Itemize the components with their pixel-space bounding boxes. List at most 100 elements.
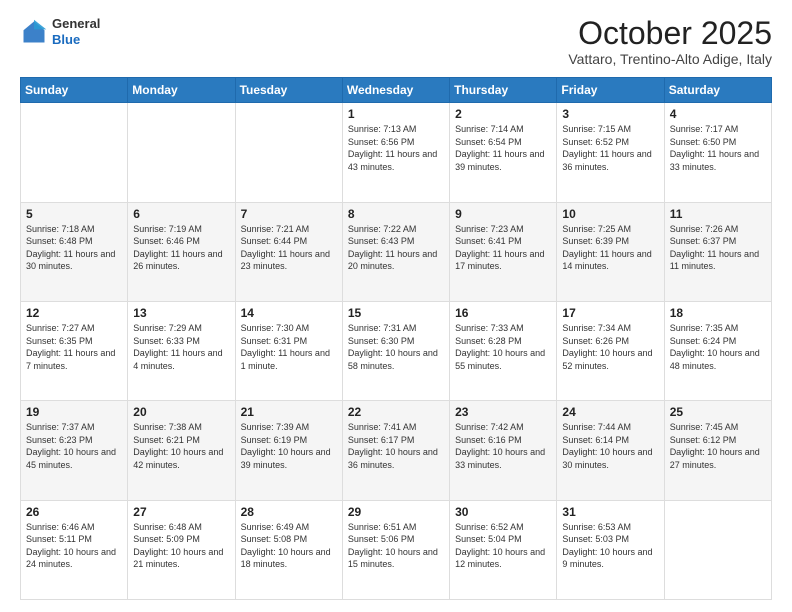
col-saturday: Saturday	[664, 78, 771, 103]
col-tuesday: Tuesday	[235, 78, 342, 103]
day-number: 2	[455, 107, 551, 121]
day-number: 20	[133, 405, 229, 419]
day-info: Sunrise: 7:19 AMSunset: 6:46 PMDaylight:…	[133, 223, 229, 273]
day-cell: 16Sunrise: 7:33 AMSunset: 6:28 PMDayligh…	[450, 301, 557, 400]
day-cell: 3 Sunrise: 7:15 AMSunset: 6:52 PMDaylight…	[557, 103, 664, 202]
day-info: Sunrise: 7:17 AMSunset: 6:50 PMDaylight:…	[670, 123, 766, 173]
day-number: 26	[26, 505, 122, 519]
day-cell: 9 Sunrise: 7:23 AMSunset: 6:41 PMDaylight…	[450, 202, 557, 301]
calendar-table: Sunday Monday Tuesday Wednesday Thursday…	[20, 77, 772, 600]
day-number: 24	[562, 405, 658, 419]
day-cell: 20 Sunrise: 7:38 AMSunset: 6:21 PMDayligh…	[128, 401, 235, 500]
day-info: Sunrise: 6:49 AMSunset: 5:08 PMDaylight:…	[241, 521, 337, 571]
day-number: 8	[348, 207, 444, 221]
day-number: 27	[133, 505, 229, 519]
logo-icon	[20, 18, 48, 46]
day-info: Sunrise: 7:37 AMSunset: 6:23 PMDaylight:…	[26, 421, 122, 471]
day-cell	[664, 500, 771, 599]
day-number: 31	[562, 505, 658, 519]
col-sunday: Sunday	[21, 78, 128, 103]
location: Vattaro, Trentino-Alto Adige, Italy	[568, 51, 772, 67]
day-number: 28	[241, 505, 337, 519]
day-cell: 1 Sunrise: 7:13 AMSunset: 6:56 PMDaylight…	[342, 103, 449, 202]
day-cell: 8Sunrise: 7:22 AMSunset: 6:43 PMDaylight…	[342, 202, 449, 301]
day-number: 4	[670, 107, 766, 121]
logo-text: General Blue	[52, 16, 100, 47]
day-info: Sunrise: 6:48 AMSunset: 5:09 PMDaylight:…	[133, 521, 229, 571]
day-info: Sunrise: 6:52 AMSunset: 5:04 PMDaylight:…	[455, 521, 551, 571]
day-info: Sunrise: 6:46 AMSunset: 5:11 PMDaylight:…	[26, 521, 122, 571]
day-cell: 12 Sunrise: 7:27 AMSunset: 6:35 PMDayligh…	[21, 301, 128, 400]
day-info: Sunrise: 7:38 AMSunset: 6:21 PMDaylight:…	[133, 421, 229, 471]
logo-general: General	[52, 16, 100, 32]
week-row-1: 1 Sunrise: 7:13 AMSunset: 6:56 PMDaylight…	[21, 103, 772, 202]
title-block: October 2025 Vattaro, Trentino-Alto Adig…	[568, 16, 772, 67]
day-cell: 26 Sunrise: 6:46 AMSunset: 5:11 PMDayligh…	[21, 500, 128, 599]
day-number: 17	[562, 306, 658, 320]
day-cell: 24 Sunrise: 7:44 AMSunset: 6:14 PMDayligh…	[557, 401, 664, 500]
day-number: 22	[348, 405, 444, 419]
day-info: Sunrise: 7:35 AMSunset: 6:24 PMDaylight:…	[670, 322, 766, 372]
day-info: Sunrise: 7:44 AMSunset: 6:14 PMDaylight:…	[562, 421, 658, 471]
day-info: Sunrise: 7:25 AMSunset: 6:39 PMDaylight:…	[562, 223, 658, 273]
day-info: Sunrise: 7:39 AMSunset: 6:19 PMDaylight:…	[241, 421, 337, 471]
day-number: 14	[241, 306, 337, 320]
day-cell	[235, 103, 342, 202]
day-info: Sunrise: 7:21 AMSunset: 6:44 PMDaylight:…	[241, 223, 337, 273]
day-cell: 10Sunrise: 7:25 AMSunset: 6:39 PMDayligh…	[557, 202, 664, 301]
page: General Blue October 2025 Vattaro, Trent…	[0, 0, 792, 612]
day-info: Sunrise: 7:23 AMSunset: 6:41 PMDaylight:…	[455, 223, 551, 273]
day-info: Sunrise: 7:14 AMSunset: 6:54 PMDaylight:…	[455, 123, 551, 173]
day-cell: 17 Sunrise: 7:34 AMSunset: 6:26 PMDayligh…	[557, 301, 664, 400]
day-number: 5	[26, 207, 122, 221]
day-info: Sunrise: 7:27 AMSunset: 6:35 PMDaylight:…	[26, 322, 122, 372]
day-cell: 19Sunrise: 7:37 AMSunset: 6:23 PMDayligh…	[21, 401, 128, 500]
day-info: Sunrise: 7:15 AMSunset: 6:52 PMDaylight:…	[562, 123, 658, 173]
logo: General Blue	[20, 16, 100, 47]
day-info: Sunrise: 7:33 AMSunset: 6:28 PMDaylight:…	[455, 322, 551, 372]
day-info: Sunrise: 7:34 AMSunset: 6:26 PMDaylight:…	[562, 322, 658, 372]
day-cell: 13 Sunrise: 7:29 AMSunset: 6:33 PMDayligh…	[128, 301, 235, 400]
day-cell: 2 Sunrise: 7:14 AMSunset: 6:54 PMDaylight…	[450, 103, 557, 202]
day-cell: 5 Sunrise: 7:18 AMSunset: 6:48 PMDaylight…	[21, 202, 128, 301]
logo-blue: Blue	[52, 32, 100, 48]
day-number: 3	[562, 107, 658, 121]
day-cell: 23 Sunrise: 7:42 AMSunset: 6:16 PMDayligh…	[450, 401, 557, 500]
col-wednesday: Wednesday	[342, 78, 449, 103]
day-number: 15	[348, 306, 444, 320]
day-info: Sunrise: 7:26 AMSunset: 6:37 PMDaylight:…	[670, 223, 766, 273]
day-cell: 4 Sunrise: 7:17 AMSunset: 6:50 PMDaylight…	[664, 103, 771, 202]
day-info: Sunrise: 7:41 AMSunset: 6:17 PMDaylight:…	[348, 421, 444, 471]
day-number: 12	[26, 306, 122, 320]
day-cell: 31Sunrise: 6:53 AMSunset: 5:03 PMDayligh…	[557, 500, 664, 599]
day-number: 21	[241, 405, 337, 419]
day-info: Sunrise: 7:13 AMSunset: 6:56 PMDaylight:…	[348, 123, 444, 173]
header: General Blue October 2025 Vattaro, Trent…	[20, 16, 772, 67]
col-monday: Monday	[128, 78, 235, 103]
day-number: 9	[455, 207, 551, 221]
month-title: October 2025	[568, 16, 772, 51]
day-number: 23	[455, 405, 551, 419]
day-number: 6	[133, 207, 229, 221]
day-info: Sunrise: 7:31 AMSunset: 6:30 PMDaylight:…	[348, 322, 444, 372]
day-number: 1	[348, 107, 444, 121]
day-number: 13	[133, 306, 229, 320]
day-info: Sunrise: 7:30 AMSunset: 6:31 PMDaylight:…	[241, 322, 337, 372]
day-cell: 21 Sunrise: 7:39 AMSunset: 6:19 PMDayligh…	[235, 401, 342, 500]
week-row-2: 5 Sunrise: 7:18 AMSunset: 6:48 PMDaylight…	[21, 202, 772, 301]
day-number: 29	[348, 505, 444, 519]
calendar-header-row: Sunday Monday Tuesday Wednesday Thursday…	[21, 78, 772, 103]
day-number: 7	[241, 207, 337, 221]
week-row-4: 19Sunrise: 7:37 AMSunset: 6:23 PMDayligh…	[21, 401, 772, 500]
day-number: 25	[670, 405, 766, 419]
day-cell: 22 Sunrise: 7:41 AMSunset: 6:17 PMDayligh…	[342, 401, 449, 500]
day-info: Sunrise: 7:42 AMSunset: 6:16 PMDaylight:…	[455, 421, 551, 471]
day-number: 30	[455, 505, 551, 519]
day-info: Sunrise: 7:29 AMSunset: 6:33 PMDaylight:…	[133, 322, 229, 372]
day-cell: 11Sunrise: 7:26 AMSunset: 6:37 PMDayligh…	[664, 202, 771, 301]
day-cell: 6 Sunrise: 7:19 AMSunset: 6:46 PMDaylight…	[128, 202, 235, 301]
day-info: Sunrise: 6:51 AMSunset: 5:06 PMDaylight:…	[348, 521, 444, 571]
day-cell: 15 Sunrise: 7:31 AMSunset: 6:30 PMDayligh…	[342, 301, 449, 400]
day-cell: 30 Sunrise: 6:52 AMSunset: 5:04 PMDayligh…	[450, 500, 557, 599]
day-info: Sunrise: 7:18 AMSunset: 6:48 PMDaylight:…	[26, 223, 122, 273]
